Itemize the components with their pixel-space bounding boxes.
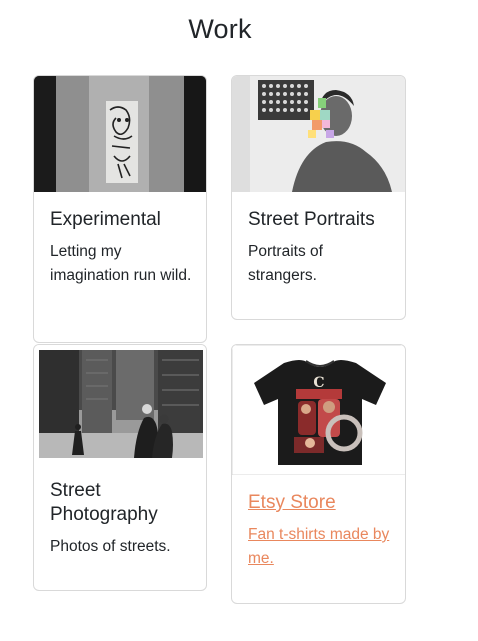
card-image-street-photography [34, 345, 206, 463]
card-title: Street Photography [50, 480, 158, 525]
card-etsy-store[interactable]: C Etsy Store Fan t-shirts made by me. [231, 344, 406, 604]
card-title: Street Portraits [248, 209, 375, 230]
portrait-photo [232, 76, 405, 192]
card-title: Etsy Store [248, 492, 336, 513]
card-image-etsy-store: C [232, 345, 405, 475]
card-text: Photos of streets. [50, 538, 171, 555]
card-street-photography[interactable]: Street Photography Photos of streets. [33, 344, 207, 591]
tshirt-photo: C [232, 345, 405, 475]
card-title: Experimental [50, 209, 161, 230]
page: Work Experimental Letting my imagination… [0, 0, 478, 641]
svg-text:C: C [313, 375, 324, 391]
card-text: Letting my imagination run wild. [50, 243, 192, 284]
card-image-street-portraits [232, 76, 405, 192]
graffiti-sticker-photo [34, 76, 206, 192]
page-title: Work [188, 14, 252, 44]
street-scene-photo [34, 345, 206, 463]
card-experimental[interactable]: Experimental Letting my imagination run … [33, 75, 207, 343]
card-image-experimental [34, 76, 206, 192]
card-text: Portraits of strangers. [248, 243, 323, 284]
card-street-portraits[interactable]: Street Portraits Portraits of strangers. [231, 75, 406, 320]
etsy-store-link[interactable]: Etsy Store Fan t-shirts made by me. [248, 491, 391, 571]
card-text: Fan t-shirts made by me. [248, 526, 390, 567]
